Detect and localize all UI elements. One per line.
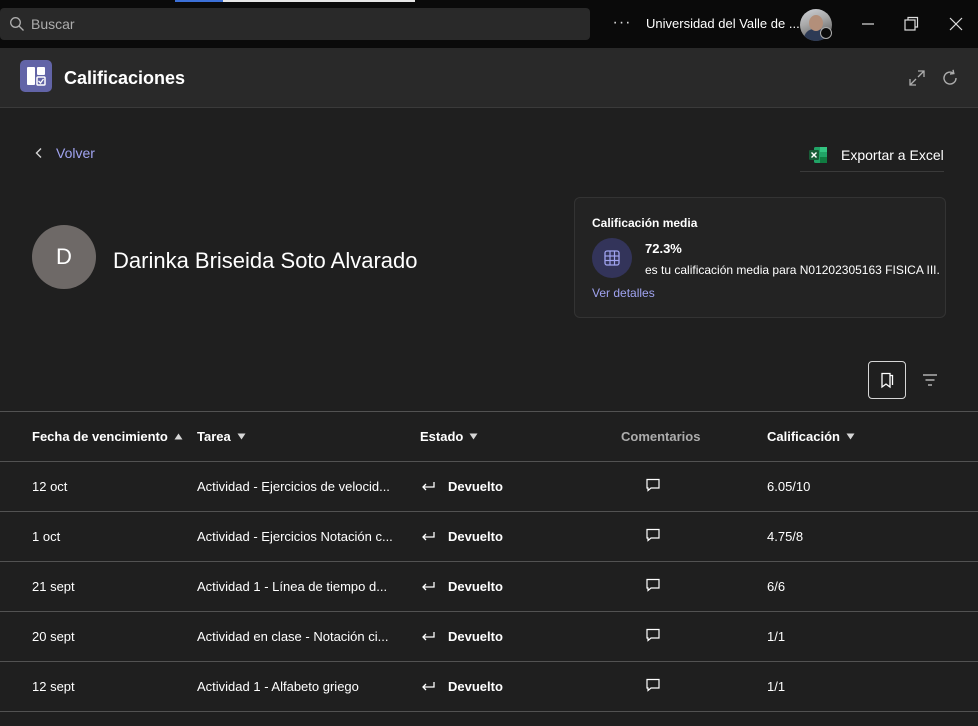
bookmark-icon — [881, 372, 894, 389]
status-label: Devuelto — [448, 579, 503, 594]
grade-cell: 1/1 — [767, 679, 786, 694]
back-label: Volver — [56, 145, 95, 161]
column-due-date[interactable]: Fecha de vencimiento — [32, 429, 183, 444]
task-cell[interactable]: Actividad en clase - Notación ci... — [197, 629, 409, 644]
filter-icon[interactable] — [920, 370, 940, 390]
column-comments-label: Comentarios — [621, 429, 701, 444]
view-details-link[interactable]: Ver detalles — [592, 286, 655, 300]
grades-table: Fecha de vencimiento Tarea Estado Coment… — [0, 411, 978, 712]
organization-name[interactable]: Universidad del Valle de ... — [646, 16, 800, 31]
status-cell: Devuelto — [420, 479, 503, 494]
column-status-label: Estado — [420, 429, 464, 444]
grade-cell: 1/1 — [767, 629, 786, 644]
status-cell: Devuelto — [420, 529, 503, 544]
excel-icon — [809, 146, 827, 163]
returned-icon — [422, 581, 435, 590]
status-label: Devuelto — [448, 629, 503, 644]
restore-icon[interactable] — [901, 14, 921, 34]
returned-icon — [422, 531, 435, 540]
table-row[interactable]: 12 oct Actividad - Ejercicios de velocid… — [0, 462, 978, 512]
title-bar: Buscar ··· Universidad del Valle de ... — [0, 0, 978, 48]
task-cell[interactable]: Actividad - Ejercicios Notación c... — [197, 529, 409, 544]
column-task-label: Tarea — [197, 429, 231, 444]
refresh-icon[interactable] — [940, 68, 960, 88]
grade-table-icon — [592, 238, 632, 278]
status-cell: Devuelto — [420, 579, 503, 594]
due-date-cell: 12 sept — [32, 679, 75, 694]
grade-cell: 4.75/8 — [767, 529, 804, 544]
column-comments: Comentarios — [621, 429, 700, 444]
table-row[interactable]: 12 sept Actividad 1 - Alfabeto griego De… — [0, 662, 978, 712]
title-bar-accent — [175, 0, 223, 2]
column-due-date-label: Fecha de vencimiento — [32, 429, 168, 444]
sort-dropdown-icon — [846, 433, 855, 440]
table-row[interactable]: 20 sept Actividad en clase - Notación ci… — [0, 612, 978, 662]
average-description: es tu calificación media para N012023051… — [645, 263, 940, 277]
expand-icon[interactable] — [908, 69, 926, 87]
comment-icon[interactable] — [645, 677, 661, 693]
status-label: Devuelto — [448, 479, 503, 494]
search-input[interactable]: Buscar — [0, 8, 590, 40]
task-cell[interactable]: Actividad - Ejercicios de velocid... — [197, 479, 409, 494]
column-grade-label: Calificación — [767, 429, 840, 444]
due-date-cell: 20 sept — [32, 629, 75, 644]
close-icon[interactable] — [946, 14, 966, 34]
returned-icon — [422, 481, 435, 490]
back-button[interactable]: Volver — [32, 145, 95, 161]
table-row[interactable]: 1 oct Actividad - Ejercicios Notación c.… — [0, 512, 978, 562]
column-grade[interactable]: Calificación — [767, 429, 855, 444]
bookmark-button[interactable] — [868, 361, 906, 399]
sort-dropdown-icon — [469, 433, 478, 440]
due-date-cell: 21 sept — [32, 579, 75, 594]
search-placeholder: Buscar — [31, 16, 75, 32]
sort-ascending-icon — [174, 433, 183, 440]
comment-icon[interactable] — [645, 477, 661, 493]
sort-dropdown-icon — [237, 433, 246, 440]
average-value: 72.3% — [645, 241, 682, 256]
grades-app-icon — [20, 60, 52, 92]
comment-icon[interactable] — [645, 527, 661, 543]
due-date-cell: 1 oct — [32, 529, 61, 544]
app-header: Calificaciones — [0, 48, 978, 108]
minimize-icon[interactable] — [858, 14, 878, 34]
grade-cell: 6.05/10 — [767, 479, 811, 494]
due-date-cell: 12 oct — [32, 479, 68, 494]
student-avatar: D — [32, 225, 96, 289]
average-grade-card: Calificación media 72.3% es tu calificac… — [574, 197, 946, 318]
comment-icon[interactable] — [645, 627, 661, 643]
export-excel-button[interactable]: Exportar a Excel — [800, 138, 944, 172]
task-cell[interactable]: Actividad 1 - Línea de tiempo d... — [197, 579, 409, 594]
app-title: Calificaciones — [64, 68, 186, 88]
column-status[interactable]: Estado — [420, 429, 478, 444]
table-row[interactable]: 21 sept Actividad 1 - Línea de tiempo d.… — [0, 562, 978, 612]
column-task[interactable]: Tarea — [197, 429, 246, 444]
comment-icon[interactable] — [645, 577, 661, 593]
student-name: Darinka Briseida Soto Alvarado — [113, 248, 418, 273]
task-cell[interactable]: Actividad 1 - Alfabeto griego — [197, 679, 409, 694]
status-label: Devuelto — [448, 679, 503, 694]
status-cell: Devuelto — [420, 629, 503, 644]
returned-icon — [422, 631, 435, 640]
search-icon — [10, 17, 24, 31]
presence-status-icon — [820, 27, 832, 39]
returned-icon — [422, 681, 435, 690]
grade-cell: 6/6 — [767, 579, 786, 594]
table-header: Fecha de vencimiento Tarea Estado Coment… — [0, 411, 978, 462]
average-title: Calificación media — [592, 216, 698, 230]
status-cell: Devuelto — [420, 679, 503, 694]
status-label: Devuelto — [448, 529, 503, 544]
title-bar-highlight — [223, 0, 415, 2]
export-label: Exportar a Excel — [841, 146, 944, 163]
more-options-button[interactable]: ··· — [612, 14, 632, 34]
chevron-left-icon — [35, 148, 42, 158]
